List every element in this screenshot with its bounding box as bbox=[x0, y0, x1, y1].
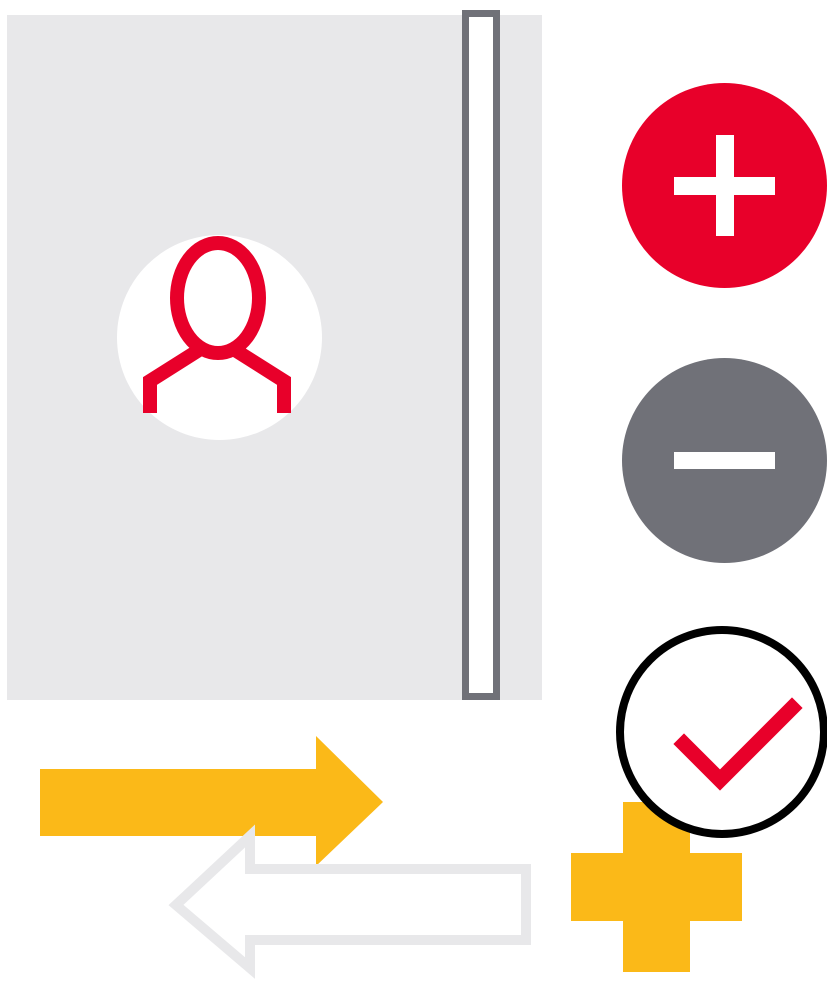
confirm-button[interactable] bbox=[616, 626, 827, 838]
arrow-left-icon bbox=[168, 824, 531, 979]
check-icon bbox=[673, 697, 803, 791]
arrow-right-icon bbox=[40, 736, 383, 866]
decorative-shapes bbox=[40, 736, 742, 979]
illustration-canvas bbox=[0, 0, 827, 985]
